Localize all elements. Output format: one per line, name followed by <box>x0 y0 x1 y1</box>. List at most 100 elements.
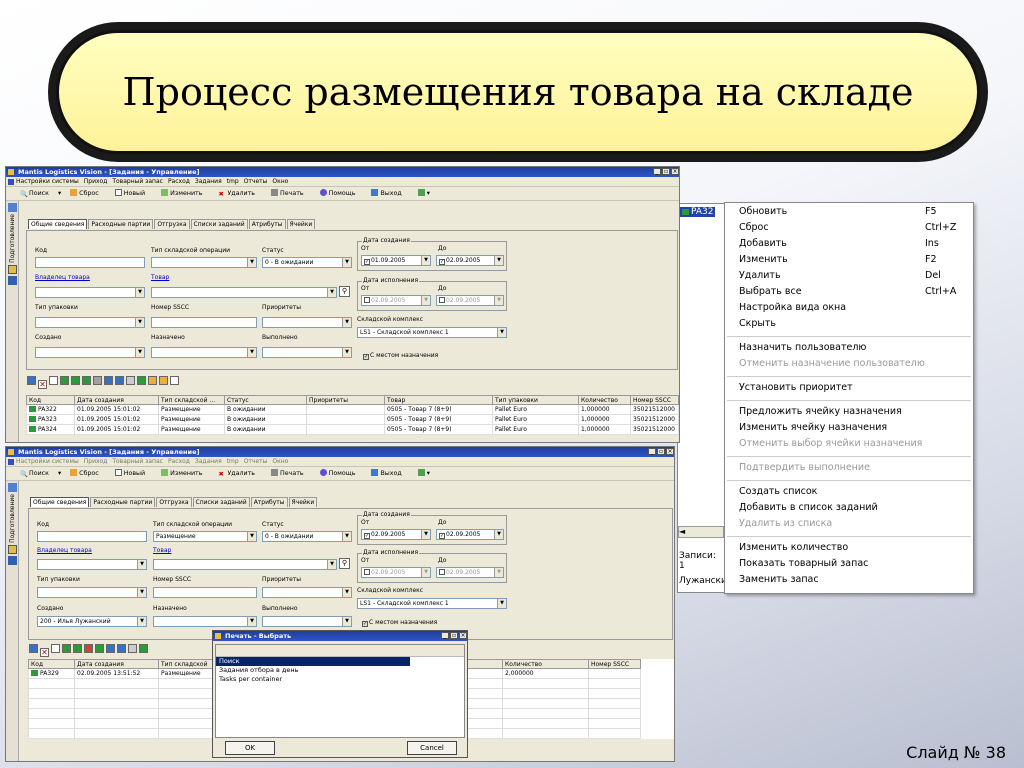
context-menu-item[interactable]: Сброс Ctrl+Z <box>739 221 971 235</box>
print-button[interactable]: Печать <box>271 469 311 477</box>
owner-link[interactable]: Владелец товара <box>37 547 92 554</box>
help-button[interactable]: Помощь <box>319 189 363 197</box>
tab-attributes[interactable]: Атрибуты <box>248 219 286 229</box>
owner-link[interactable]: Владелец товара <box>35 274 90 281</box>
doc-icon[interactable] <box>117 644 126 653</box>
created-to-date[interactable]: ✓ 02.09.2005 ▼ <box>436 529 504 540</box>
cancel-button[interactable]: Cancel <box>407 741 457 755</box>
list-icon[interactable] <box>82 376 91 385</box>
ok-button[interactable]: OK <box>225 741 275 755</box>
list-item[interactable]: Tasks per container <box>216 675 464 684</box>
maximize-icon[interactable]: ▫ <box>657 448 665 455</box>
exec-to-date[interactable]: 02.09.2005 ▼ <box>436 567 504 578</box>
minimize-icon[interactable]: _ <box>653 168 661 175</box>
pack-select[interactable]: ▼ <box>35 317 145 328</box>
column-header[interactable]: Номер SSCC <box>630 395 679 405</box>
list-item[interactable]: Поиск <box>216 657 410 666</box>
folder-icon[interactable] <box>8 264 17 274</box>
menu-item[interactable]: Задания <box>195 178 222 185</box>
tab-shipment[interactable]: Отгрузка <box>156 497 192 507</box>
table-row[interactable]: PA324 01.09.2005 15:01:02 Размещение В ожид… <box>26 424 679 435</box>
context-menu-item[interactable]: Скрыть <box>739 317 971 331</box>
done-select[interactable]: ▼ <box>262 616 352 627</box>
context-menu-item[interactable]: Назначить пользователю <box>739 341 971 355</box>
tab-task-lists[interactable]: Списки заданий <box>190 219 248 229</box>
refresh-icon[interactable] <box>29 644 38 653</box>
add-icon[interactable] <box>62 644 71 653</box>
close-icon[interactable]: ✕ <box>40 648 49 657</box>
context-menu-item[interactable]: Изменить ячейку назначения <box>739 421 971 435</box>
check-icon[interactable] <box>95 644 104 653</box>
context-menu-item[interactable]: Установить приоритет <box>739 381 971 395</box>
move-icon[interactable] <box>73 644 82 653</box>
menu-item[interactable]: Окно <box>272 458 288 465</box>
warehouse-select[interactable]: LS1 - Складской комплекс 1 ▼ <box>357 598 507 609</box>
check-icon[interactable] <box>93 376 102 385</box>
menu-item[interactable]: Расход <box>168 458 190 465</box>
delete-button[interactable]: ✖ Удалить <box>218 470 262 478</box>
column-header[interactable]: Тип упаковки <box>492 395 579 405</box>
priorities-select[interactable]: ▼ <box>262 317 352 328</box>
close-icon[interactable]: × <box>671 168 679 175</box>
nav-icon[interactable] <box>8 483 17 492</box>
folder-icon[interactable] <box>159 376 168 385</box>
reset-button[interactable]: Сброс <box>70 189 106 197</box>
reset-button[interactable]: Сброс <box>70 469 106 477</box>
exit-button[interactable]: Выход <box>371 469 408 477</box>
done-select[interactable]: ▼ <box>262 347 352 358</box>
tab-general[interactable]: Общие сведения <box>28 219 88 229</box>
options-dropdown[interactable]: ▾ <box>417 189 430 197</box>
list-item[interactable]: Задания отбора в день <box>216 666 464 675</box>
owner-select[interactable]: ▼ <box>35 287 145 298</box>
options-dropdown[interactable]: ▾ <box>417 469 430 477</box>
sidebar-tab-label[interactable]: Подготовление <box>9 494 16 543</box>
folder-icon[interactable] <box>8 544 17 554</box>
export-icon[interactable] <box>139 644 148 653</box>
context-menu-item[interactable]: Изменить F2 <box>739 253 971 267</box>
print-button[interactable]: Печать <box>271 189 311 197</box>
sidebar-tab-label[interactable]: Подготовление <box>9 214 16 263</box>
created-to-date[interactable]: ✓ 02.09.2005 ▼ <box>436 255 504 266</box>
exit-button[interactable]: Выход <box>371 189 408 197</box>
chevron-down-icon[interactable]: ▼ <box>342 258 351 267</box>
context-menu-item[interactable]: Изменить количество <box>739 541 971 555</box>
tab-general[interactable]: Общие сведения <box>30 497 90 507</box>
column-header[interactable]: Дата создания <box>74 395 159 405</box>
exec-from-date[interactable]: 02.09.2005 ▼ <box>361 295 431 306</box>
binoculars-icon[interactable]: ⚲ <box>339 558 350 569</box>
assigned-select[interactable]: ▼ <box>153 616 257 627</box>
sscc-input[interactable] <box>153 587 257 598</box>
search-button[interactable]: 🔍Поиск ▾ <box>20 190 61 198</box>
page-icon[interactable] <box>106 644 115 653</box>
tab-shipment[interactable]: Отгрузка <box>154 219 190 229</box>
column-header[interactable]: Номер SSCC <box>588 659 641 669</box>
destination-checkbox[interactable]: ✓ С местом назначения <box>363 352 438 360</box>
context-menu-item[interactable]: Выбрать все Ctrl+A <box>739 285 971 299</box>
code-input[interactable] <box>37 531 147 542</box>
close-icon[interactable]: × <box>666 448 674 455</box>
page-icon[interactable] <box>104 376 113 385</box>
column-header[interactable]: Приоритеты <box>306 395 385 405</box>
created-from-date[interactable]: ✓ 01.09.2005 ▼ <box>361 255 431 266</box>
menu-item[interactable]: Отчеты <box>244 178 268 185</box>
menu-item[interactable]: tmp <box>227 458 239 465</box>
new-button[interactable]: Новый <box>114 469 152 477</box>
warehouse-select[interactable]: LS1 - Складской комплекс 1 ▼ <box>357 327 507 338</box>
export-icon[interactable] <box>137 376 146 385</box>
lock-icon[interactable] <box>128 644 137 653</box>
minimize-icon[interactable]: _ <box>441 632 449 639</box>
column-header[interactable]: Товар <box>384 395 493 405</box>
blank-icon[interactable] <box>170 376 179 385</box>
owner-select[interactable]: ▼ <box>37 559 147 570</box>
column-header[interactable]: Дата создания <box>74 659 159 669</box>
edit-button[interactable]: Изменить <box>161 469 209 477</box>
column-header[interactable]: Код <box>28 659 75 669</box>
priorities-select[interactable]: ▼ <box>262 587 352 598</box>
tab-batches[interactable]: Расходные партии <box>88 219 154 229</box>
tab-cells[interactable]: Ячейки <box>286 219 316 229</box>
close-icon[interactable]: ✕ <box>38 380 47 389</box>
tab-attributes[interactable]: Атрибуты <box>250 497 288 507</box>
context-menu-item[interactable]: Добавить в список заданий <box>739 501 971 515</box>
status-select[interactable]: 0 - В ожидании ▼ <box>262 257 352 268</box>
nav-icon[interactable] <box>8 203 17 212</box>
